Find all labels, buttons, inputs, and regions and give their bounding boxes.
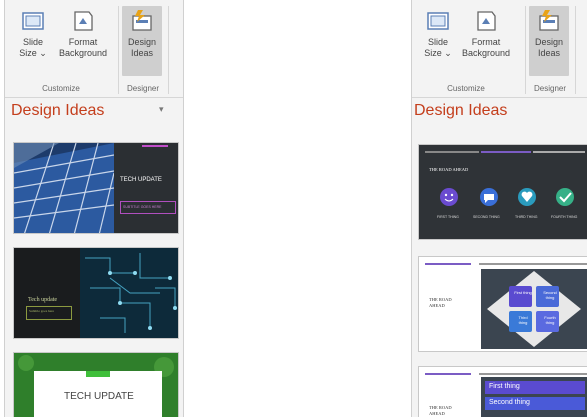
designer-panel-right: Slide Size ⌄ Format Background Design Id… [411,0,587,417]
ribbon: Slide Size ⌄ Format Background Design Id… [5,0,183,98]
accent-line [425,151,479,153]
design-ideas-label-2: Ideas [130,48,154,58]
design-ideas-label: Design [127,37,156,47]
format-background-button[interactable]: Format Background [59,8,107,59]
pane-title: Design Ideas [11,102,105,119]
slide-size-label-2: Size ⌄ [19,48,47,58]
list-row-label: Second thing [489,399,530,406]
item-label: SECOND THING [473,215,500,219]
design-ideas-label: Design [534,37,563,47]
design-idea-thumbnail-4[interactable]: THE ROAD AHEAD FIRST THING SECOND THING … [418,144,587,240]
format-background-label: Format [471,37,501,47]
format-background-button[interactable]: Format Background [462,8,510,59]
accent-line [479,263,587,265]
ribbon: Slide Size ⌄ Format Background Design Id… [412,0,587,98]
slide-title: Tech update [28,297,58,303]
group-label-designer: Designer [126,84,159,93]
design-ideas-icon [539,10,559,31]
design-idea-thumbnail-1[interactable]: TECH UPDATE SUBTITLE GOES HERE [13,142,179,234]
slide-size-label-2: Size ⌄ [424,48,452,58]
design-idea-thumbnail-5[interactable]: THE ROAD AHEAD First thing Second thing … [418,256,587,352]
smiley-icon [440,188,458,206]
design-idea-thumbnail-3[interactable]: TECH UPDATE [13,352,179,417]
cell-label: Fourth thing [544,315,556,325]
pane-title: Design Ideas [414,102,508,119]
ribbon-separator [118,6,119,94]
accent-bar [86,371,110,377]
ribbon-separator [168,6,169,94]
cell-label: Third thing [518,315,528,325]
group-label-designer: Designer [533,84,566,93]
format-background-icon [74,11,93,31]
item-label: FIRST THING [437,215,459,219]
slide-size-button[interactable]: Slide Size ⌄ [13,8,53,59]
designer-panel-left: Slide Size ⌄ Format Background Design Id… [4,0,184,417]
design-ideas-label-2: Ideas [537,48,561,58]
group-label-customize: Customize [42,84,80,93]
cell-label: Second thing [543,290,557,300]
slide-title: THE ROAD [429,297,452,302]
design-idea-thumbnail-2[interactable]: Tech update Subtitle goes here [13,247,179,339]
cell-label: First thing [514,290,532,295]
slide-size-icon [22,12,44,30]
design-idea-thumbnail-6[interactable]: THE ROAD AHEAD First thing Second thing [418,366,587,417]
accent-line [425,263,471,265]
slide-title: THE ROAD [429,405,452,410]
accent-line [479,373,587,375]
format-background-label: Format [68,37,98,47]
accent-line [481,151,531,153]
item-label: THIRD THING [515,215,538,219]
slide-size-button[interactable]: Slide Size ⌄ [418,8,458,59]
format-background-label-2: Background [462,48,511,58]
solar-panel-image [14,143,114,233]
slide-size-label: Slide [427,37,448,47]
diamond-diagram [487,271,581,347]
list-row-label: First thing [489,383,520,390]
slide-title: TECH UPDATE [64,391,134,402]
format-background-icon [477,11,496,31]
slide-size-label: Slide [22,37,43,47]
accent-line [425,373,471,375]
design-ideas-button[interactable]: Design Ideas [529,6,569,76]
design-ideas-button[interactable]: Design Ideas [122,6,162,76]
slide-title-2: AHEAD [429,303,445,308]
slide-title-2: AHEAD [429,411,445,416]
circle-icons-row [440,188,574,206]
circuit-board-image [80,248,178,338]
ribbon-separator [575,6,576,94]
slide-subtitle: SUBTITLE GOES HERE [123,205,162,209]
accent-line [142,145,168,147]
accent-line [533,151,585,153]
slide-title: TECH UPDATE [120,177,162,183]
slide-size-icon [427,12,449,30]
item-label: FOURTH THING [551,215,578,219]
check-icon [556,188,574,206]
format-background-label-2: Background [59,48,108,58]
design-ideas-icon [132,10,152,31]
ribbon-separator [525,6,526,94]
slide-title: THE ROAD AHEAD [429,167,469,172]
group-label-customize: Customize [447,84,485,93]
slide-subtitle: Subtitle goes here [29,309,55,313]
pane-options-icon[interactable]: ▾ [159,104,164,115]
